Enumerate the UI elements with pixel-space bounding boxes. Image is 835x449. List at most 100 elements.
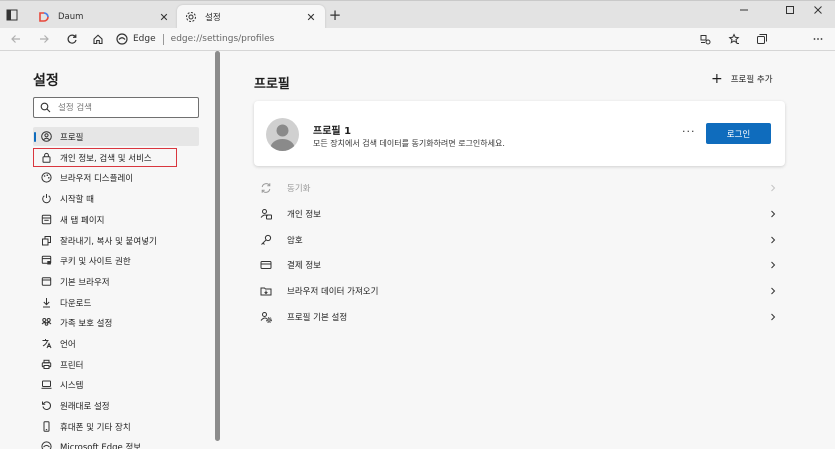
forward-icon[interactable] <box>36 31 52 47</box>
reset-icon <box>41 400 52 411</box>
sidebar-item-new-tab[interactable]: 새 탭 페이지 <box>33 210 199 229</box>
row-sync[interactable]: 동기화 <box>254 175 785 200</box>
printer-icon <box>41 359 52 370</box>
new-tab-button[interactable]: + <box>327 6 343 24</box>
sync-icon <box>260 182 272 194</box>
login-button[interactable]: 로그인 <box>706 123 771 144</box>
sidebar-item-label: 가족 보호 설정 <box>60 318 113 329</box>
row-label: 암호 <box>287 235 303 246</box>
edge-icon <box>41 441 52 449</box>
row-label: 결제 정보 <box>287 260 321 271</box>
refresh-icon[interactable] <box>64 31 80 47</box>
tab-settings[interactable]: 설정 ✕ <box>177 5 325 29</box>
tab-daum[interactable]: Daum ✕ <box>30 5 178 29</box>
address-bar[interactable]: Edge edge://settings/profiles <box>116 29 718 49</box>
page-title: 프로필 <box>254 77 290 92</box>
add-profile-label: 프로필 추가 <box>730 75 773 85</box>
profile-name: 프로필 1 <box>313 126 352 137</box>
sidebar-item-label: 기본 브라우저 <box>60 277 110 288</box>
browser-icon <box>41 276 52 287</box>
url-text[interactable]: edge://settings/profiles <box>171 34 275 44</box>
more-options-button[interactable]: ··· <box>682 125 696 138</box>
address-separator <box>162 33 164 45</box>
sidebar-item-label: 언어 <box>60 339 76 350</box>
sidebar-item-languages[interactable]: 언어 <box>33 334 199 353</box>
sidebar-item-downloads[interactable]: 다운로드 <box>33 293 199 312</box>
daum-icon <box>38 11 50 23</box>
family-icon <box>41 317 52 328</box>
sidebar-item-site-permissions[interactable]: 쿠키 및 사이트 권한 <box>33 251 199 270</box>
row-label: 브라우저 데이터 가져오기 <box>287 286 379 297</box>
sidebar-item-label: 원래대로 설정 <box>60 401 110 412</box>
chevron-right-icon <box>769 236 777 244</box>
sidebar-item-label: 브라우저 디스플레이 <box>60 173 134 184</box>
sidebar-item-label: 쿠키 및 사이트 권한 <box>60 256 131 267</box>
tab-title: 설정 <box>205 13 221 23</box>
sidebar-item-label: 다운로드 <box>60 298 92 309</box>
sidebar-item-label: 잘라내기, 복사 및 붙여넣기 <box>60 236 157 247</box>
clipboard-icon <box>41 235 52 246</box>
profile-card: 프로필 1 모든 장치에서 검색 데이터를 동기화하려면 로그인하세요. ···… <box>254 101 785 166</box>
search-icon <box>40 102 51 113</box>
collections-icon[interactable] <box>754 31 770 47</box>
close-window-icon[interactable] <box>800 1 835 19</box>
chevron-right-icon <box>769 313 777 321</box>
sidebar-item-system[interactable]: 시스템 <box>33 375 199 394</box>
row-payment-info[interactable]: 결제 정보 <box>254 252 785 277</box>
sidebar-item-appearance[interactable]: 브라우저 디스플레이 <box>33 168 199 187</box>
sidebar-item-startup[interactable]: 시작할 때 <box>33 189 199 208</box>
edge-icon <box>116 33 128 45</box>
sidebar-item-label: 새 탭 페이지 <box>60 215 105 226</box>
row-passwords[interactable]: 암호 <box>254 227 785 252</box>
toolbar: Edge edge://settings/profiles <box>0 28 835 74</box>
sidebar-item-label: 시작할 때 <box>60 194 94 205</box>
sidebar-item-share-copy-paste[interactable]: 잘라내기, 복사 및 붙여넣기 <box>33 231 199 250</box>
plus-icon: + <box>711 71 723 87</box>
gear-icon <box>185 11 197 23</box>
site-permissions-icon <box>41 255 52 266</box>
chevron-right-icon <box>769 261 777 269</box>
sidebar-item-label: 개인 정보, 검색 및 서비스 <box>60 153 152 164</box>
profiles-main: 프로필 + 프로필 추가 프로필 1 모든 장치에서 검색 데이터를 동기화하려… <box>221 51 835 449</box>
avatar <box>266 118 299 151</box>
more-menu-icon[interactable] <box>810 31 826 47</box>
settings-search[interactable] <box>33 97 199 118</box>
close-tab-icon[interactable]: ✕ <box>305 11 317 24</box>
row-personal-info[interactable]: 개인 정보 <box>254 201 785 226</box>
row-profile-preferences[interactable]: 프로필 기본 설정 <box>254 304 785 329</box>
row-label: 개인 정보 <box>287 209 321 220</box>
row-import-browser-data[interactable]: 브라우저 데이터 가져오기 <box>254 278 785 303</box>
system-icon <box>41 379 52 390</box>
back-icon[interactable] <box>8 31 24 47</box>
sidebar-item-about[interactable]: Microsoft Edge 정보 <box>33 437 199 449</box>
favorites-icon[interactable] <box>726 31 742 47</box>
sidebar-item-privacy[interactable]: 개인 정보, 검색 및 서비스 <box>33 148 177 167</box>
download-icon <box>41 297 52 308</box>
search-input[interactable] <box>58 102 188 113</box>
sidebar-item-profiles[interactable]: 프로필 <box>33 127 199 146</box>
add-profile-button[interactable]: + 프로필 추가 <box>711 71 773 87</box>
appearance-icon <box>41 172 52 183</box>
sidebar-item-family[interactable]: 가족 보호 설정 <box>33 313 199 332</box>
home-icon[interactable] <box>90 31 106 47</box>
tab-actions-icon[interactable] <box>6 9 20 23</box>
sidebar-item-label: 시스템 <box>60 380 84 391</box>
sidebar-item-phone[interactable]: 휴대폰 및 기타 장치 <box>33 417 199 436</box>
sidebar-item-label: 휴대폰 및 기타 장치 <box>60 422 131 433</box>
lock-icon <box>41 152 52 163</box>
sidebar-item-label: 프린터 <box>60 360 84 371</box>
credit-card-icon <box>260 259 272 271</box>
close-tab-icon[interactable]: ✕ <box>158 11 170 24</box>
phone-icon <box>41 421 52 432</box>
sidebar-scrollbar[interactable] <box>215 51 220 441</box>
tab-strip: Daum ✕ 설정 ✕ + <box>0 0 835 29</box>
power-icon <box>41 193 52 204</box>
site-label: Edge <box>133 34 156 44</box>
reading-view-icon[interactable] <box>697 31 713 47</box>
tab-title: Daum <box>58 12 84 22</box>
sidebar-item-reset[interactable]: 원래대로 설정 <box>33 396 199 415</box>
chevron-right-icon <box>769 210 777 218</box>
minimize-icon[interactable] <box>726 1 762 19</box>
sidebar-item-printers[interactable]: 프린터 <box>33 355 199 374</box>
sidebar-item-default-browser[interactable]: 기본 브라우저 <box>33 272 199 291</box>
